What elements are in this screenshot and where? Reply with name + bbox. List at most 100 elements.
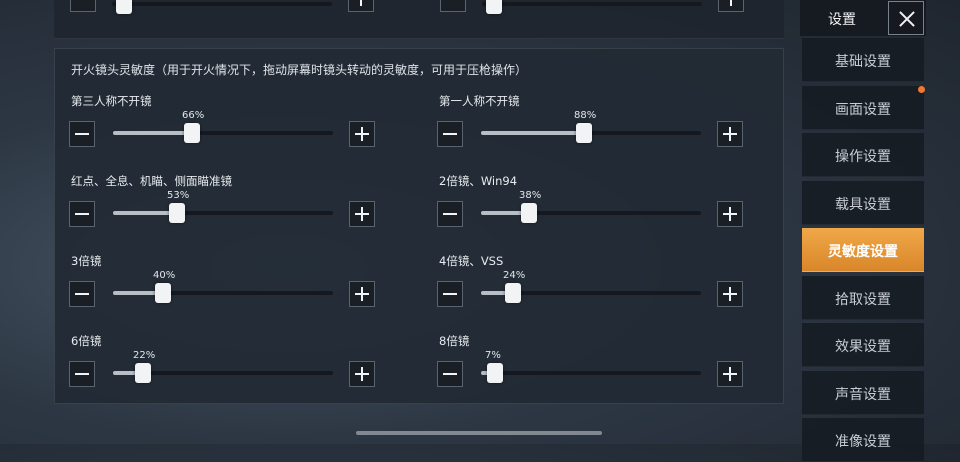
slider-percent: 66%: [182, 110, 205, 121]
slider-label: 6倍镜: [71, 334, 102, 348]
slider-label: 第一人称不开镜: [439, 94, 520, 108]
plus-icon: [355, 207, 369, 221]
plus-icon: [355, 367, 369, 381]
increase-button[interactable]: [349, 121, 375, 147]
sidebar-item[interactable]: 灵敏度设置: [802, 228, 924, 272]
slider-track[interactable]: [481, 203, 701, 223]
plus-icon: [355, 127, 369, 141]
sensitivity-slider-row: 2倍镜、Win94 38%: [437, 173, 759, 233]
slider-percent: 7%: [485, 350, 501, 361]
decrease-button[interactable]: [69, 281, 95, 307]
sidebar-item[interactable]: 载具设置: [802, 180, 924, 225]
sidebar-title: 设置: [828, 12, 856, 28]
plus-icon: [724, 0, 738, 6]
plus-icon: [355, 287, 369, 301]
increase-button[interactable]: [349, 201, 375, 227]
decrease-button[interactable]: [437, 121, 463, 147]
sidebar-item[interactable]: 准像设置: [802, 418, 924, 462]
sidebar-item-label: 拾取设置: [835, 291, 891, 308]
top-left-plus-button[interactable]: [348, 0, 374, 12]
sidebar-item-label: 灵敏度设置: [828, 244, 898, 260]
slider-label: 第三人称不开镜: [71, 94, 152, 108]
decrease-button[interactable]: [69, 121, 95, 147]
slider-thumb[interactable]: [135, 363, 151, 383]
slider-track[interactable]: [113, 123, 333, 143]
sidebar-item[interactable]: 声音设置: [802, 370, 924, 415]
slider-percent: 88%: [574, 110, 597, 121]
increase-button[interactable]: [717, 281, 743, 307]
decrease-button[interactable]: [69, 201, 95, 227]
increase-button[interactable]: [717, 361, 743, 387]
slider-thumb[interactable]: [169, 203, 185, 223]
slider-track[interactable]: [113, 363, 333, 383]
minus-icon: [75, 127, 89, 141]
sensitivity-slider-row: 6倍镜 22%: [69, 333, 391, 393]
minus-icon: [446, 0, 460, 6]
fire-sensitivity-panel: 开火镜头灵敏度（用于开火情况下，拖动屏幕时镜头转动的灵敏度，可用于压枪操作） 第…: [54, 48, 784, 404]
top-right-minus-button[interactable]: [440, 0, 466, 12]
increase-button[interactable]: [717, 201, 743, 227]
sensitivity-slider-row: 4倍镜、VSS 24%: [437, 253, 759, 313]
sidebar-item[interactable]: 拾取设置: [802, 275, 924, 320]
sidebar-item-label: 画面设置: [835, 101, 891, 118]
decrease-button[interactable]: [437, 361, 463, 387]
slider-track[interactable]: [113, 283, 333, 303]
plus-icon: [723, 207, 737, 221]
notification-dot: [918, 86, 925, 93]
slider-percent: 22%: [133, 350, 156, 361]
increase-button[interactable]: [349, 361, 375, 387]
sidebar-item[interactable]: 基础设置: [802, 38, 924, 82]
slider-thumb[interactable]: [184, 123, 200, 143]
decrease-button[interactable]: [437, 201, 463, 227]
slider-fill: [113, 131, 192, 135]
top-right-plus-button[interactable]: [718, 0, 744, 12]
minus-icon: [75, 287, 89, 301]
top-left-slider-thumb[interactable]: [116, 0, 132, 14]
minus-icon: [75, 207, 89, 221]
sidebar-item-label: 载具设置: [835, 196, 891, 213]
slider-percent: 38%: [519, 190, 542, 201]
slider-percent: 53%: [167, 190, 190, 201]
increase-button[interactable]: [717, 121, 743, 147]
minus-icon: [443, 207, 457, 221]
top-right-slider-track[interactable]: [482, 0, 702, 14]
slider-track[interactable]: [481, 283, 701, 303]
slider-thumb[interactable]: [155, 283, 171, 303]
sidebar-item-label: 操作设置: [835, 149, 891, 165]
plus-icon: [354, 0, 368, 6]
decrease-button[interactable]: [437, 281, 463, 307]
slider-track[interactable]: [113, 203, 333, 223]
slider-label: 3倍镜: [71, 254, 102, 268]
slider-thumb[interactable]: [521, 203, 537, 223]
horizontal-scrollbar[interactable]: [356, 431, 602, 435]
plus-icon: [723, 367, 737, 381]
top-left-slider-track[interactable]: [112, 0, 332, 14]
plus-icon: [723, 127, 737, 141]
decrease-button[interactable]: [69, 361, 95, 387]
slider-track[interactable]: [481, 363, 701, 383]
sidebar-item-label: 声音设置: [835, 386, 891, 403]
minus-icon: [76, 0, 90, 6]
slider-track[interactable]: [481, 123, 701, 143]
slider-fill: [113, 211, 177, 215]
close-button[interactable]: [888, 1, 924, 35]
minus-icon: [443, 127, 457, 141]
top-left-minus-button[interactable]: [70, 0, 96, 12]
sidebar-item[interactable]: 效果设置: [802, 323, 924, 367]
sensitivity-slider-row: 红点、全息、机瞄、侧面瞄准镜 53%: [69, 173, 391, 233]
slider-percent: 40%: [153, 270, 176, 281]
increase-button[interactable]: [349, 281, 375, 307]
slider-thumb[interactable]: [505, 283, 521, 303]
minus-icon: [443, 287, 457, 301]
top-right-slider-thumb[interactable]: [486, 0, 502, 14]
sidebar-item[interactable]: 画面设置: [802, 85, 924, 130]
slider-fill: [481, 131, 584, 135]
sidebar-item[interactable]: 操作设置: [802, 133, 924, 177]
sensitivity-slider-row: 8倍镜 7%: [437, 333, 759, 393]
panel-title: 开火镜头灵敏度（用于开火情况下，拖动屏幕时镜头转动的灵敏度，可用于压枪操作）: [71, 63, 528, 77]
slider-label: 2倍镜、Win94: [439, 174, 518, 188]
slider-thumb[interactable]: [487, 363, 503, 383]
slider-label: 8倍镜: [439, 334, 470, 348]
slider-thumb[interactable]: [576, 123, 592, 143]
sensitivity-slider-row: 第一人称不开镜 88%: [437, 93, 759, 153]
